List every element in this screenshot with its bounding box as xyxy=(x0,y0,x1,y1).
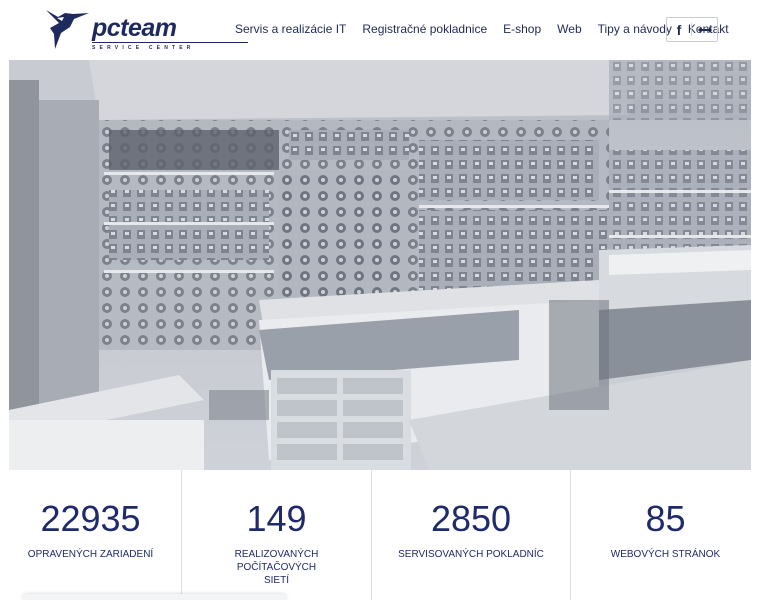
hero-image xyxy=(9,60,751,470)
stat-label: WEBOVÝCH STRÁNOK xyxy=(610,549,721,560)
double-arrow-icon[interactable] xyxy=(692,18,717,41)
stat-number: 85 xyxy=(645,498,686,539)
facebook-icon[interactable]: f xyxy=(667,18,691,41)
nav-item-eshop[interactable]: E-shop xyxy=(503,22,541,36)
nav-item-servis[interactable]: Servis a realizácie IT xyxy=(235,22,346,36)
social-box: f xyxy=(666,17,718,42)
hummingbird-icon xyxy=(46,10,89,49)
nav-item-tipy[interactable]: Tipy a návody xyxy=(598,22,672,36)
stat-networks: 149 REALIZOVANÝCH POČÍTAČOVÝCH SIETÍ xyxy=(181,470,371,600)
nav-item-pokladnice[interactable]: Registračné pokladnice xyxy=(362,22,487,36)
stat-label: REALIZOVANÝCH POČÍTAČOVÝCH SIETÍ xyxy=(234,549,319,586)
stat-label: SERVISOVANÝCH POKLADNÍC xyxy=(398,549,544,560)
stat-websites: 85 WEBOVÝCH STRÁNOK xyxy=(570,470,760,600)
stat-label: OPRAVENÝCH ZARIADENÍ xyxy=(27,549,154,560)
stat-number: 149 xyxy=(246,498,307,539)
brand-name: pcteam xyxy=(92,14,177,42)
site-header: pcteam SERVICE CENTER Servis a realizáci… xyxy=(0,0,760,60)
main-nav: Servis a realizácie IT Registračné pokla… xyxy=(235,22,729,36)
store-interior-photo xyxy=(9,60,751,470)
stat-number: 22935 xyxy=(40,498,141,539)
brand-tagline: SERVICE CENTER xyxy=(92,45,195,51)
stat-cash-registers: 2850 SERVISOVANÝCH POKLADNÍC xyxy=(371,470,570,600)
logo[interactable]: pcteam SERVICE CENTER xyxy=(44,8,248,54)
logo-divider xyxy=(92,42,248,43)
floating-panel-edge xyxy=(22,594,287,600)
stat-repaired-devices: 22935 OPRAVENÝCH ZARIADENÍ xyxy=(0,470,181,600)
nav-item-web[interactable]: Web xyxy=(557,22,581,36)
stats-bar: 22935 OPRAVENÝCH ZARIADENÍ 149 REALIZOVA… xyxy=(0,470,760,600)
stat-number: 2850 xyxy=(430,498,512,539)
